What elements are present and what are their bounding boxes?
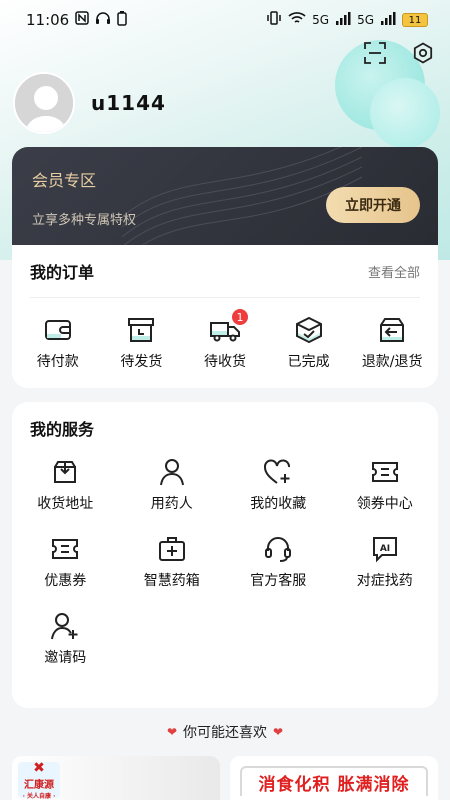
- view-all-orders-link[interactable]: 查看全部: [368, 262, 420, 281]
- service-address[interactable]: 收货地址: [12, 456, 119, 513]
- order-item-label: 退款/退货: [361, 354, 423, 370]
- order-item-pending-payment[interactable]: 待付款: [18, 314, 98, 371]
- service-invite-code[interactable]: 邀请码: [12, 610, 119, 667]
- battery-small-icon: [117, 10, 127, 30]
- service-label: 对症找药: [356, 573, 413, 589]
- add-user-icon: [49, 610, 81, 642]
- nfc-icon: [75, 11, 89, 29]
- network-type-1: 5G: [312, 13, 330, 27]
- order-item-to-ship[interactable]: 待发货: [101, 314, 181, 371]
- avatar[interactable]: [13, 72, 75, 134]
- scan-icon[interactable]: [362, 40, 388, 66]
- service-customer-support[interactable]: 官方客服: [225, 533, 332, 590]
- headphones-icon: [95, 11, 111, 29]
- heart-icon: ❤: [166, 725, 177, 739]
- settings-icon[interactable]: [410, 40, 436, 66]
- divider: [30, 297, 420, 298]
- headset-icon: [262, 533, 294, 565]
- vip-title: 会员专区: [32, 171, 97, 190]
- brand-logo: ✖ 汇康源 · 关人自康 ·: [18, 760, 60, 800]
- order-count-badge: 1: [230, 308, 249, 326]
- status-bar: 11:06 5G 5G 11: [0, 0, 450, 40]
- service-label: 官方客服: [250, 573, 307, 589]
- order-item-completed[interactable]: 已完成: [269, 314, 349, 371]
- signal-icon: [380, 11, 396, 29]
- battery-indicator: 11: [402, 13, 428, 27]
- service-label: 收货地址: [37, 496, 94, 512]
- svg-text:AI: AI: [380, 544, 390, 554]
- medkit-icon: [156, 533, 188, 565]
- box-check-icon: [293, 314, 325, 346]
- order-item-to-receive[interactable]: 1 待收货: [185, 308, 265, 371]
- service-smart-medkit[interactable]: 智慧药箱: [119, 533, 226, 590]
- service-find-medicine[interactable]: AI 对症找药: [332, 533, 439, 590]
- product-card[interactable]: 消食化积 胀满消除: [230, 756, 438, 800]
- ticket-icon: [369, 456, 401, 488]
- order-item-label: 待收货: [203, 354, 246, 370]
- wallet-icon: [42, 314, 74, 346]
- brand-mark-icon: ✖: [33, 760, 45, 776]
- coupon-icon: [49, 533, 81, 565]
- wifi-icon: [288, 11, 306, 29]
- signal-icon: [335, 11, 351, 29]
- service-coupon-center[interactable]: 领券中心: [332, 456, 439, 513]
- vibrate-icon: [266, 11, 282, 29]
- ai-chat-icon: AI: [369, 533, 401, 565]
- heart-plus-icon: [262, 456, 294, 488]
- orders-title: 我的订单: [30, 263, 95, 282]
- service-favorites[interactable]: 我的收藏: [225, 456, 332, 513]
- username: u1144: [91, 91, 166, 115]
- product-card[interactable]: ✖ 汇康源 · 关人自康 ·: [12, 756, 220, 800]
- order-item-label: 待付款: [36, 354, 79, 370]
- decorative-bubble: [370, 78, 440, 148]
- orders-card: 我的订单 查看全部 待付款 待发货 1 待收货 已完成 退款/退货: [12, 245, 438, 388]
- brand-name: 汇康源: [24, 780, 54, 791]
- decorative-waves: [122, 147, 362, 245]
- address-box-icon: [49, 456, 81, 488]
- service-label: 优惠券: [44, 573, 87, 589]
- order-item-label: 已完成: [287, 354, 330, 370]
- heart-icon: ❤: [273, 725, 284, 739]
- network-type-2: 5G: [357, 13, 374, 27]
- service-coupons[interactable]: 优惠券: [12, 533, 119, 590]
- activate-vip-button[interactable]: 立即开通: [326, 187, 420, 223]
- person-icon: [156, 456, 188, 488]
- box-return-icon: [376, 314, 408, 346]
- recommend-header: ❤ 你可能还喜欢 ❤: [0, 722, 450, 742]
- recommend-title: 你可能还喜欢: [183, 725, 267, 741]
- service-medication-user[interactable]: 用药人: [119, 456, 226, 513]
- service-label: 我的收藏: [250, 496, 307, 512]
- profile-header[interactable]: u1144: [13, 72, 166, 134]
- service-label: 领券中心: [356, 496, 413, 512]
- box-clock-icon: [125, 314, 157, 346]
- service-label: 用药人: [150, 496, 193, 512]
- services-title: 我的服务: [30, 420, 95, 439]
- vip-subtitle: 立享多种专属特权: [32, 213, 137, 228]
- order-item-label: 待发货: [120, 354, 163, 370]
- service-label: 智慧药箱: [143, 573, 200, 589]
- vip-banner[interactable]: 会员专区 立享多种专属特权 立即开通: [12, 147, 438, 245]
- brand-tagline: · 关人自康 ·: [22, 793, 56, 800]
- clock: 11:06: [26, 11, 70, 29]
- promo-banner: 消食化积 胀满消除: [240, 766, 428, 796]
- order-item-refund-return[interactable]: 退款/退货: [352, 314, 432, 371]
- services-card: 我的服务 收货地址 用药人 我的收藏 领券中心 优惠券 智慧药箱 官方客服 AI…: [12, 402, 438, 708]
- top-actions: [362, 40, 436, 66]
- service-label: 邀请码: [44, 650, 87, 666]
